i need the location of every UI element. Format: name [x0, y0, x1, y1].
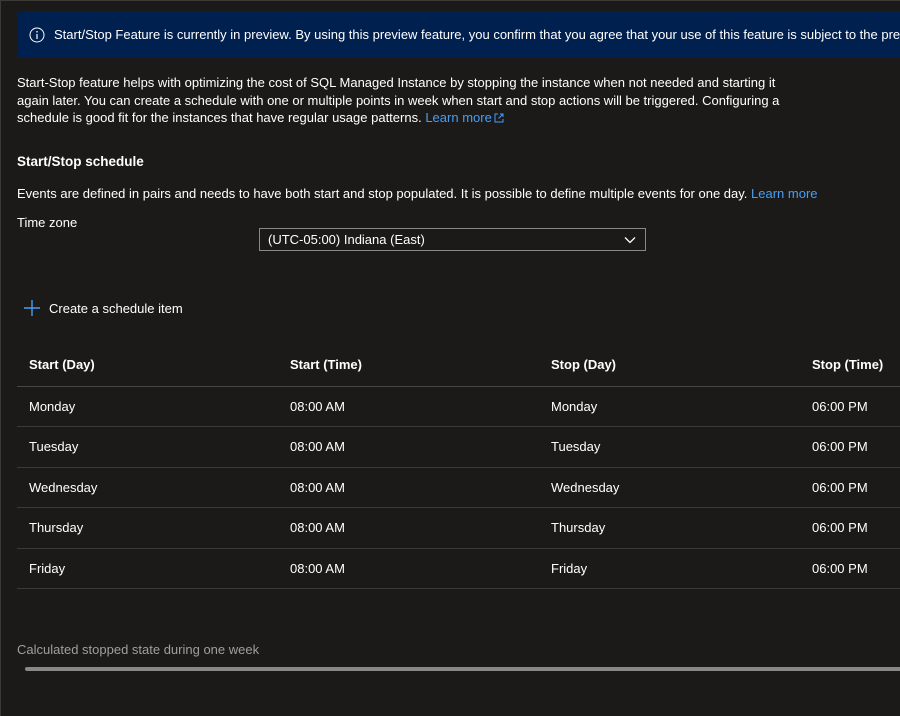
feature-description: Start-Stop feature helps with optimizing…	[17, 74, 807, 127]
table-row[interactable]: Thursday 08:00 AM Thursday 06:00 PM	[17, 507, 900, 549]
column-header-stop-time[interactable]: Stop (Time)	[800, 344, 900, 387]
start-time-cell: 08:00 AM	[278, 386, 539, 427]
schedule-title: Start/Stop schedule	[17, 154, 144, 169]
table-row[interactable]: Wednesday 08:00 AM Wednesday 06:00 PM	[17, 467, 900, 508]
stopped-state-label: Calculated stopped state during one week	[17, 642, 260, 657]
start-day-cell: Wednesday	[17, 467, 278, 508]
table-row[interactable]: Monday 08:00 AM Monday 06:00 PM	[17, 386, 900, 427]
info-icon	[29, 27, 45, 42]
feature-description-text: Start-Stop feature helps with optimizing…	[17, 75, 780, 125]
stop-day-cell: Thursday	[539, 507, 800, 549]
create-schedule-item-label: Create a schedule item	[49, 300, 183, 316]
column-header-start-time[interactable]: Start (Time)	[278, 344, 539, 387]
stop-time-cell: 06:00 PM	[800, 426, 900, 468]
stop-time-cell: 06:00 PM	[800, 507, 900, 549]
start-time-cell: 08:00 AM	[278, 548, 539, 589]
stop-time-cell: 06:00 PM	[800, 548, 900, 589]
events-description: Events are defined in pairs and needs to…	[17, 186, 818, 201]
external-link-icon	[494, 113, 504, 123]
schedule-table: Start (Day) Start (Time) Stop (Day) Stop…	[17, 344, 900, 589]
column-header-stop-day[interactable]: Stop (Day)	[539, 344, 800, 387]
preview-banner-text: Start/Stop Feature is currently in previ…	[54, 27, 900, 42]
start-time-cell: 08:00 AM	[278, 426, 539, 468]
chevron-down-icon	[624, 236, 636, 243]
start-day-cell: Monday	[17, 386, 278, 427]
learn-more-link[interactable]: Learn more	[425, 110, 504, 125]
events-description-text: Events are defined in pairs and needs to…	[17, 186, 748, 201]
timezone-value: (UTC-05:00) Indiana (East)	[268, 232, 425, 247]
table-header-row: Start (Day) Start (Time) Stop (Day) Stop…	[17, 344, 900, 387]
table-row[interactable]: Friday 08:00 AM Friday 06:00 PM	[17, 548, 900, 589]
preview-banner: Start/Stop Feature is currently in previ…	[17, 11, 900, 58]
start-day-cell: Tuesday	[17, 426, 278, 468]
timezone-dropdown[interactable]: (UTC-05:00) Indiana (East)	[259, 228, 646, 251]
start-stop-panel: Start/Stop Feature is currently in previ…	[0, 0, 900, 716]
stop-day-cell: Wednesday	[539, 467, 800, 508]
stop-day-cell: Friday	[539, 548, 800, 589]
timezone-label: Time zone	[17, 215, 78, 230]
start-day-cell: Thursday	[17, 507, 278, 549]
column-header-start-day[interactable]: Start (Day)	[17, 344, 278, 387]
start-time-cell: 08:00 AM	[278, 467, 539, 508]
stop-day-cell: Tuesday	[539, 426, 800, 468]
stop-time-cell: 06:00 PM	[800, 386, 900, 427]
events-learn-more-link[interactable]: Learn more	[751, 186, 817, 201]
stop-time-cell: 06:00 PM	[800, 467, 900, 508]
start-day-cell: Friday	[17, 548, 278, 589]
table-row[interactable]: Tuesday 08:00 AM Tuesday 06:00 PM	[17, 426, 900, 468]
plus-icon	[24, 300, 40, 316]
start-time-cell: 08:00 AM	[278, 507, 539, 549]
weekly-stopped-state-bar	[25, 667, 900, 671]
stop-day-cell: Monday	[539, 386, 800, 427]
create-schedule-item-button[interactable]: Create a schedule item	[23, 297, 183, 319]
